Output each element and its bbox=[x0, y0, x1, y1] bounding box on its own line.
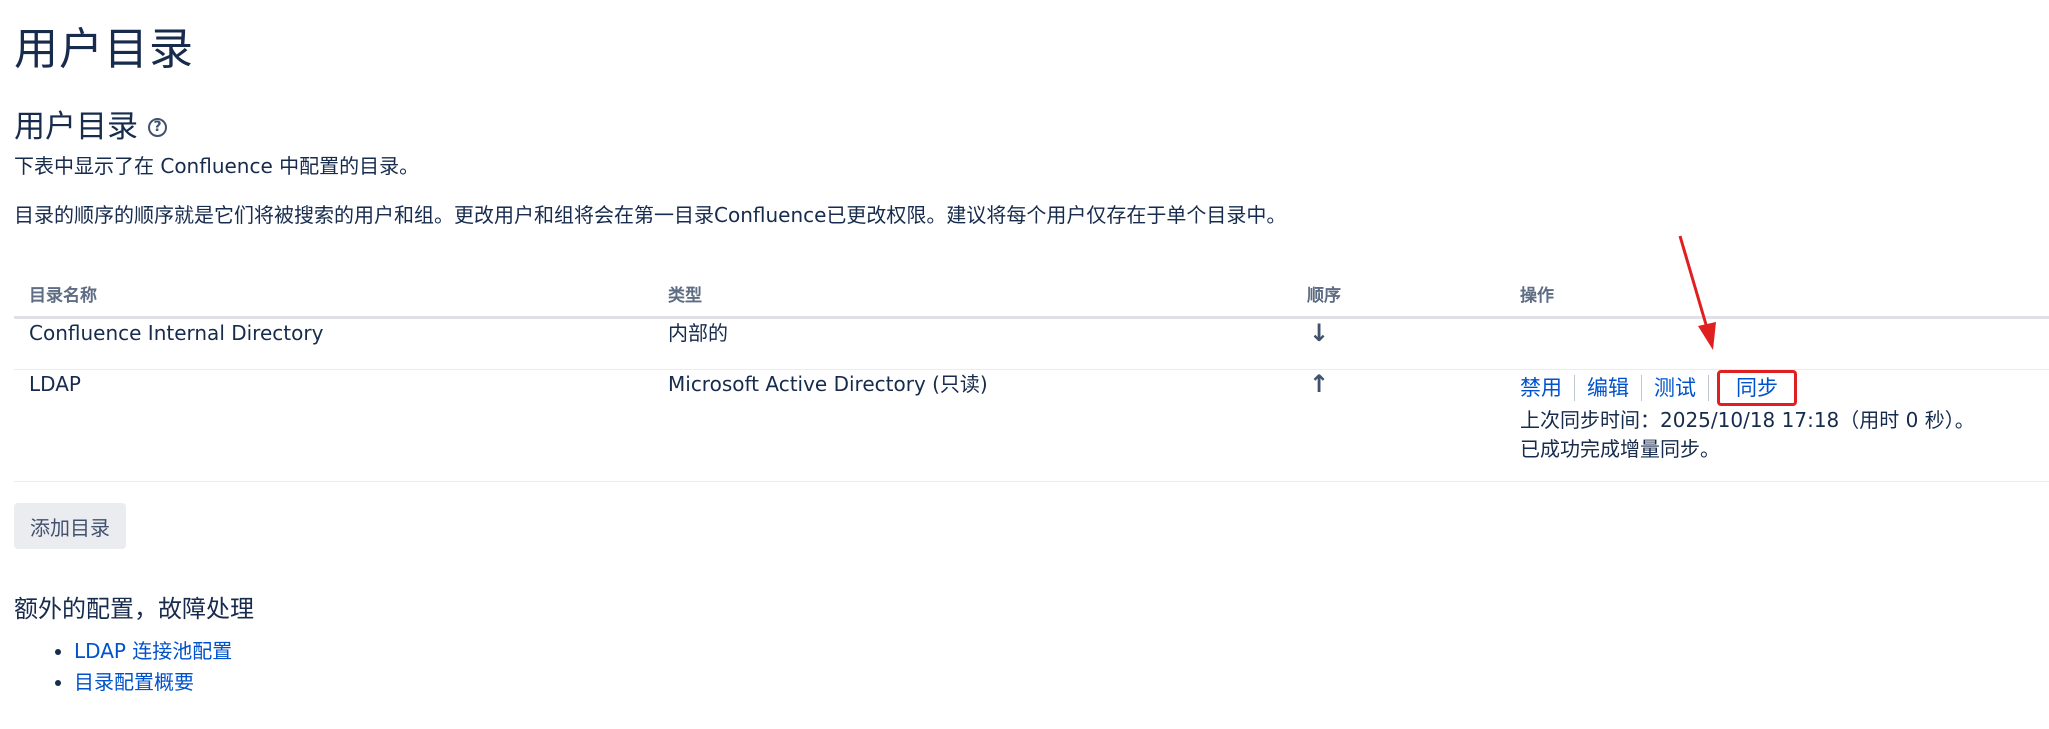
separator bbox=[1708, 375, 1709, 401]
directory-operations bbox=[1505, 317, 2049, 370]
directory-order: ↑ bbox=[1292, 369, 1505, 482]
header-operations: 操作 bbox=[1505, 270, 2049, 319]
disable-link[interactable]: 禁用 bbox=[1520, 373, 1562, 403]
header-type: 类型 bbox=[653, 270, 1292, 319]
section-title-text: 用户目录 bbox=[14, 109, 138, 145]
table-row: LDAP Microsoft Active Directory (只读) ↑ 禁… bbox=[14, 369, 2049, 482]
header-directory-name: 目录名称 bbox=[14, 270, 653, 319]
directory-config-summary-link[interactable]: 目录配置概要 bbox=[74, 670, 194, 694]
table-row: Confluence Internal Directory 内部的 ↓ bbox=[14, 317, 2049, 370]
table-description: 下表中显示了在 Confluence 中配置的目录。 bbox=[14, 154, 420, 178]
ldap-pool-config-link[interactable]: LDAP 连接池配置 bbox=[74, 639, 232, 663]
page-title: 用户目录 bbox=[14, 24, 194, 75]
help-circle-icon[interactable]: ? bbox=[148, 117, 167, 137]
table-header-row: 目录名称 类型 顺序 操作 bbox=[14, 270, 2049, 319]
last-sync-time: 上次同步时间：2025/10/18 17:18（用时 0 秒）。 bbox=[1520, 408, 1975, 432]
arrow-up-icon[interactable]: ↑ bbox=[1307, 370, 1329, 398]
order-description: 目录的顺序的顺序就是它们将被搜索的用户和组。更改用户和组将会在第一目录Confl… bbox=[14, 203, 1287, 227]
edit-link[interactable]: 编辑 bbox=[1587, 373, 1629, 403]
arrow-down-icon[interactable]: ↓ bbox=[1307, 319, 1329, 347]
directory-operations: 禁用 编辑 测试 同步 上次同步时间：2025/10/18 17:18（用时 0… bbox=[1505, 369, 2049, 482]
extra-config-title: 额外的配置，故障处理 bbox=[14, 595, 254, 623]
section-title: 用户目录 ? bbox=[14, 107, 167, 147]
separator bbox=[1641, 375, 1642, 401]
directory-type: Microsoft Active Directory (只读) bbox=[653, 369, 1292, 482]
list-item: LDAP 连接池配置 bbox=[74, 636, 232, 667]
sync-status: 已成功完成增量同步。 bbox=[1520, 437, 1720, 461]
test-link[interactable]: 测试 bbox=[1654, 373, 1696, 403]
sync-link[interactable]: 同步 bbox=[1736, 376, 1778, 400]
operations-links: 禁用 编辑 测试 同步 bbox=[1520, 370, 2049, 406]
directory-name: LDAP bbox=[14, 369, 653, 482]
list-item: 目录配置概要 bbox=[74, 667, 232, 698]
directory-order: ↓ bbox=[1292, 317, 1505, 370]
header-order: 顺序 bbox=[1292, 270, 1505, 319]
add-directory-button[interactable]: 添加目录 bbox=[14, 503, 126, 549]
directory-type: 内部的 bbox=[653, 317, 1292, 370]
separator bbox=[1574, 375, 1575, 401]
sync-highlight-box: 同步 bbox=[1717, 370, 1797, 406]
directories-table: 目录名称 类型 顺序 操作 Confluence Internal Direct… bbox=[14, 270, 2049, 482]
directory-name: Confluence Internal Directory bbox=[14, 317, 653, 370]
user-directories-page: 用户目录 用户目录 ? 下表中显示了在 Confluence 中配置的目录。 目… bbox=[0, 0, 2049, 729]
extra-config-list: LDAP 连接池配置 目录配置概要 bbox=[14, 636, 232, 698]
